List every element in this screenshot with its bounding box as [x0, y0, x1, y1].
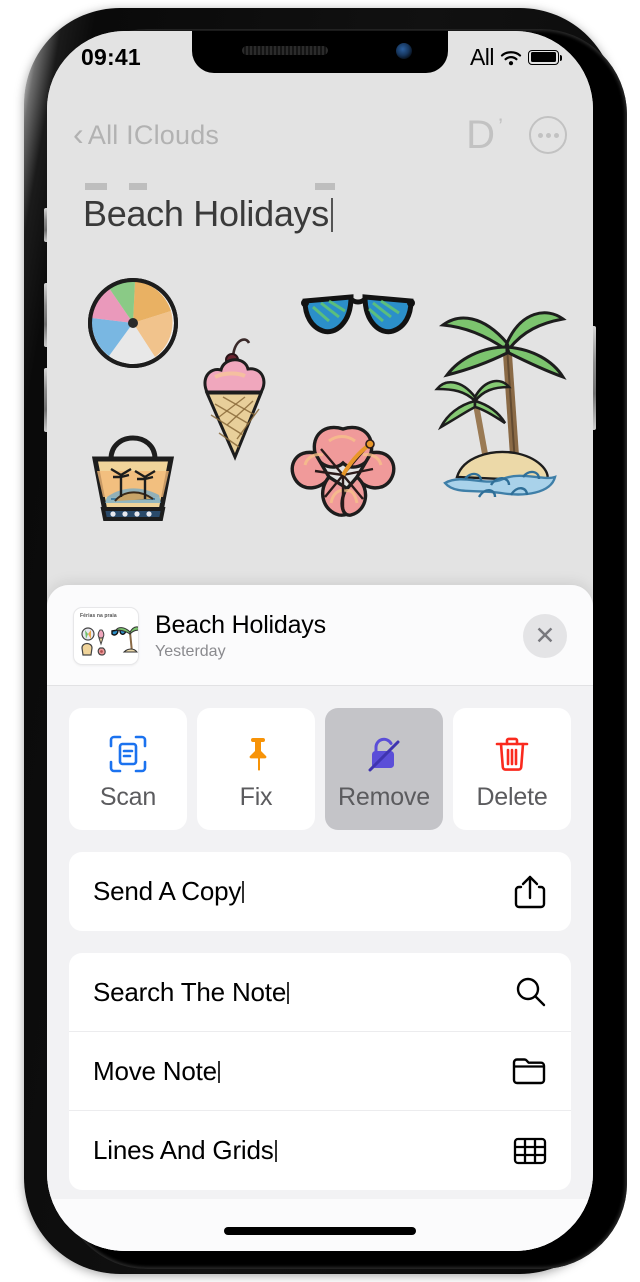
- list-row-label: Search The Note: [93, 977, 289, 1008]
- markup-tick: ’: [498, 114, 503, 139]
- beach-ball-sticker[interactable]: [83, 273, 183, 373]
- action-label: Delete: [476, 782, 548, 811]
- earpiece-speaker: [242, 46, 328, 55]
- action-label: Fix: [239, 782, 273, 811]
- list-row-move-note[interactable]: Move Note: [69, 1032, 571, 1111]
- action-label: Scan: [99, 782, 157, 811]
- front-camera: [396, 43, 412, 59]
- pin-icon: [235, 727, 277, 781]
- action-tile-remove[interactable]: Remove: [325, 708, 443, 830]
- back-button-label: All IClouds: [87, 119, 220, 150]
- note-thumbnail[interactable]: Férias na praia: [73, 607, 139, 665]
- battery-full-icon: [528, 49, 562, 65]
- palm-tree-island-sticker[interactable]: [429, 281, 569, 511]
- device-notch: [192, 31, 448, 73]
- list-row-lines-and-grids[interactable]: Lines And Grids: [69, 1111, 571, 1190]
- more-ellipsis-icon[interactable]: [529, 116, 567, 154]
- grid-table-icon: [513, 1136, 547, 1166]
- scan-document-icon: [107, 727, 149, 781]
- clipped-text-line: [85, 183, 335, 190]
- list-row-label: Send A Copy: [93, 876, 244, 907]
- battery-nub: [560, 54, 562, 61]
- battery-fill: [530, 52, 557, 62]
- home-indicator[interactable]: [224, 1227, 416, 1235]
- lock-slash-icon: [363, 727, 405, 781]
- cellular-signal-icon: All: [469, 43, 495, 70]
- action-label: Remove: [338, 782, 430, 811]
- action-tile-scan[interactable]: Scan: [69, 708, 187, 830]
- note-title[interactable]: Beach Holidays: [83, 193, 333, 235]
- back-button-all-icloud[interactable]: ‹ All IClouds: [73, 115, 220, 152]
- markup-pen-icon[interactable]: D’: [466, 115, 503, 155]
- trash-icon: [491, 727, 533, 781]
- wifi-icon: [500, 50, 522, 65]
- folder-icon: [511, 1056, 547, 1086]
- chevron-left-icon: ‹: [73, 115, 84, 152]
- share-up-icon: [513, 873, 547, 911]
- sheet-note-subtitle: Yesterday: [155, 643, 226, 660]
- phone-screen: ‹ All IClouds D’ Beach Holidays Férias n…: [47, 31, 593, 1251]
- close-x-icon[interactable]: ✕: [523, 614, 567, 658]
- sticker-canvas: [47, 257, 593, 557]
- list-row-search-the-note[interactable]: Search The Note: [69, 953, 571, 1032]
- sunglasses-sticker[interactable]: [299, 287, 417, 353]
- quick-action-row: Scan Fix Remove Delete: [47, 686, 593, 830]
- ellipsis-dot: [545, 132, 551, 138]
- share-action-sheet: Férias na praia Beach Holidays Yesterday…: [47, 585, 593, 1251]
- ellipsis-dot: [553, 132, 559, 138]
- sheet-bottom-area: [47, 1199, 593, 1251]
- action-tile-delete[interactable]: Delete: [453, 708, 571, 830]
- beach-bag-sticker[interactable]: [77, 415, 189, 531]
- sheet-note-title: Beach Holidays: [155, 611, 326, 639]
- status-time: 09:41: [81, 43, 141, 70]
- ice-cream-cone-sticker[interactable]: [193, 329, 277, 465]
- sheet-header-text: Beach Holidays Yesterday: [155, 611, 523, 661]
- hibiscus-flower-sticker[interactable]: [281, 415, 405, 533]
- status-indicators: All: [469, 43, 562, 71]
- ellipsis-dot: [537, 132, 543, 138]
- list-row-label: Move Note: [93, 1056, 220, 1087]
- list-group-send: Send A Copy: [69, 852, 571, 931]
- navigation-bar: ‹ All IClouds D’: [47, 107, 593, 163]
- thumbnail-stickers: [81, 626, 138, 656]
- list-group-note-actions: Search The Note Move Note Lines And Grid…: [69, 953, 571, 1190]
- list-row-label: Lines And Grids: [93, 1135, 277, 1166]
- search-icon: [513, 975, 547, 1009]
- sheet-header: Férias na praia Beach Holidays Yesterday…: [47, 585, 593, 686]
- list-row-send-a-copy[interactable]: Send A Copy: [69, 852, 571, 931]
- action-tile-fix[interactable]: Fix: [197, 708, 315, 830]
